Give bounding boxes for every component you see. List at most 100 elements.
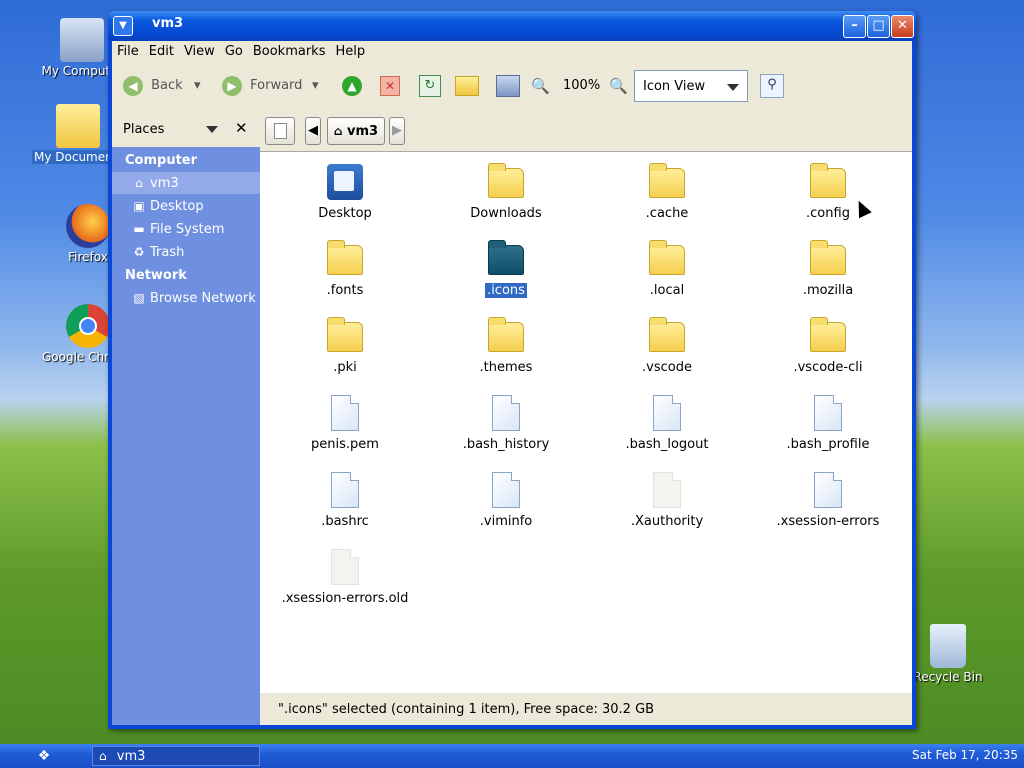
- folder-icon: [808, 316, 848, 356]
- file-item[interactable]: .bash_profile: [753, 393, 903, 452]
- file-item[interactable]: Desktop: [270, 162, 420, 221]
- file-item-label: .bashrc: [321, 514, 369, 529]
- file-item-label: Downloads: [470, 206, 542, 221]
- home-icon: ⌂: [135, 176, 143, 190]
- search-button[interactable]: ⚲: [760, 73, 784, 99]
- text-file-icon-shape: [331, 395, 359, 431]
- folder-icon-shape: [488, 240, 524, 275]
- menu-help[interactable]: Help: [330, 41, 370, 62]
- home-button[interactable]: [455, 73, 479, 99]
- zoom-out-button[interactable]: 🔍: [531, 73, 550, 99]
- file-icon-view[interactable]: Desktop Downloads .cache .config .fonts .icon…: [260, 151, 912, 694]
- folder-icon-shape: [649, 317, 685, 352]
- up-button[interactable]: ▲: [342, 73, 362, 99]
- chevron-down-icon: [727, 84, 739, 91]
- file-item[interactable]: .cache: [592, 162, 742, 221]
- file-item[interactable]: .vscode-cli: [753, 316, 903, 375]
- sidebar-item-label: Trash: [150, 245, 185, 260]
- minimize-button[interactable]: –: [843, 15, 866, 38]
- folder-icon: [647, 162, 687, 202]
- blank-file-icon-shape: [653, 472, 681, 508]
- menu-bookmarks[interactable]: Bookmarks: [248, 41, 331, 62]
- text-file-icon: [325, 470, 365, 510]
- file-item[interactable]: .vscode: [592, 316, 742, 375]
- zoom-out-icon: 🔍: [531, 77, 550, 95]
- window-menu-button[interactable]: ▼: [113, 16, 133, 36]
- back-history-dropdown[interactable]: ▾: [194, 73, 201, 99]
- start-menu-icon[interactable]: ❖: [34, 746, 54, 766]
- file-item-label: .vscode: [642, 360, 692, 375]
- folder-icon: [486, 316, 526, 356]
- path-segment-vm3[interactable]: ⌂ vm3: [327, 117, 385, 145]
- path-scroll-right-button[interactable]: ▶: [389, 117, 405, 145]
- chrome-icon: [66, 304, 110, 348]
- window-title: vm3: [152, 16, 184, 31]
- zoom-in-button[interactable]: 🔍: [609, 73, 628, 99]
- menu-edit[interactable]: Edit: [144, 41, 179, 62]
- file-item-label: penis.pem: [311, 437, 379, 452]
- desktop-icon-shape: [327, 164, 363, 200]
- toggle-location-entry-button[interactable]: [265, 117, 295, 145]
- maximize-button[interactable]: □: [867, 15, 890, 38]
- menu-view[interactable]: View: [179, 41, 220, 62]
- recycle-bin-icon: [930, 624, 966, 668]
- desktop-icon: [325, 162, 365, 202]
- sidebar-item-vm3[interactable]: ⌂ vm3: [112, 172, 260, 194]
- file-item[interactable]: .bash_logout: [592, 393, 742, 452]
- forward-history-dropdown[interactable]: ▾: [312, 73, 319, 99]
- reload-button[interactable]: ↻: [419, 73, 441, 99]
- taskbar-item-vm3[interactable]: ⌂ vm3: [92, 746, 260, 766]
- file-item[interactable]: .local: [592, 239, 742, 298]
- sidebar-close-icon[interactable]: ✕: [235, 119, 248, 137]
- title-bar[interactable]: ▼ vm3 – □ ✕: [108, 11, 916, 41]
- file-item[interactable]: .config: [753, 162, 903, 221]
- file-item[interactable]: .pki: [270, 316, 420, 375]
- drive-icon: ▬: [133, 222, 145, 236]
- text-file-icon-shape: [492, 395, 520, 431]
- file-item[interactable]: Downloads: [431, 162, 581, 221]
- file-item-label: .bash_logout: [625, 437, 709, 452]
- back-label: Back: [151, 78, 183, 93]
- folder-icon-shape: [810, 163, 846, 198]
- status-text: ".icons" selected (containing 1 item), F…: [278, 702, 655, 717]
- close-button[interactable]: ✕: [891, 15, 914, 38]
- view-mode-select[interactable]: Icon View: [634, 70, 748, 102]
- sidebar-item-desktop[interactable]: ▣ Desktop: [112, 195, 260, 217]
- forward-button[interactable]: ▶ Forward: [222, 73, 302, 99]
- sidebar-type-dropdown[interactable]: [206, 126, 218, 133]
- file-item[interactable]: .viminfo: [431, 470, 581, 529]
- stop-button[interactable]: ✕: [380, 73, 400, 99]
- folder-icon: [647, 316, 687, 356]
- file-item[interactable]: .fonts: [270, 239, 420, 298]
- computer-button[interactable]: [496, 73, 520, 99]
- file-item[interactable]: .xsession-errors.old: [270, 547, 420, 606]
- file-item[interactable]: .themes: [431, 316, 581, 375]
- sidebar-item-browse-network[interactable]: ▧ Browse Network: [112, 287, 260, 309]
- text-file-icon: [325, 393, 365, 433]
- zoom-level[interactable]: 100%: [563, 73, 600, 99]
- menu-file[interactable]: File: [112, 41, 144, 62]
- path-scroll-left-button[interactable]: ◀: [305, 117, 321, 145]
- file-item[interactable]: .bashrc: [270, 470, 420, 529]
- window-client: File Edit View Go Bookmarks Help ◀ Back ▾ ▶ F…: [112, 41, 912, 725]
- sidebar-item-file-system[interactable]: ▬ File System: [112, 218, 260, 240]
- home-icon: ⌂: [99, 749, 107, 763]
- firefox-icon: [66, 204, 110, 248]
- back-button[interactable]: ◀ Back: [123, 73, 183, 99]
- file-item-label: .local: [649, 283, 685, 298]
- path-bar: ◀ ⌂ vm3 ▶: [260, 111, 912, 147]
- sidebar-item-trash[interactable]: ♻ Trash: [112, 241, 260, 263]
- file-item-label: .cache: [645, 206, 689, 221]
- file-item[interactable]: .Xauthority: [592, 470, 742, 529]
- clock: Sat Feb 17, 20:35: [911, 748, 1018, 762]
- computer-icon: [496, 74, 520, 97]
- file-item[interactable]: .bash_history: [431, 393, 581, 452]
- file-item-label: .icons: [485, 283, 527, 298]
- file-item[interactable]: .icons: [431, 239, 581, 298]
- file-item[interactable]: .mozilla: [753, 239, 903, 298]
- file-item[interactable]: .xsession-errors: [753, 470, 903, 529]
- text-file-icon: [808, 393, 848, 433]
- status-bar: ".icons" selected (containing 1 item), F…: [260, 693, 912, 725]
- file-item[interactable]: penis.pem: [270, 393, 420, 452]
- menu-go[interactable]: Go: [220, 41, 248, 62]
